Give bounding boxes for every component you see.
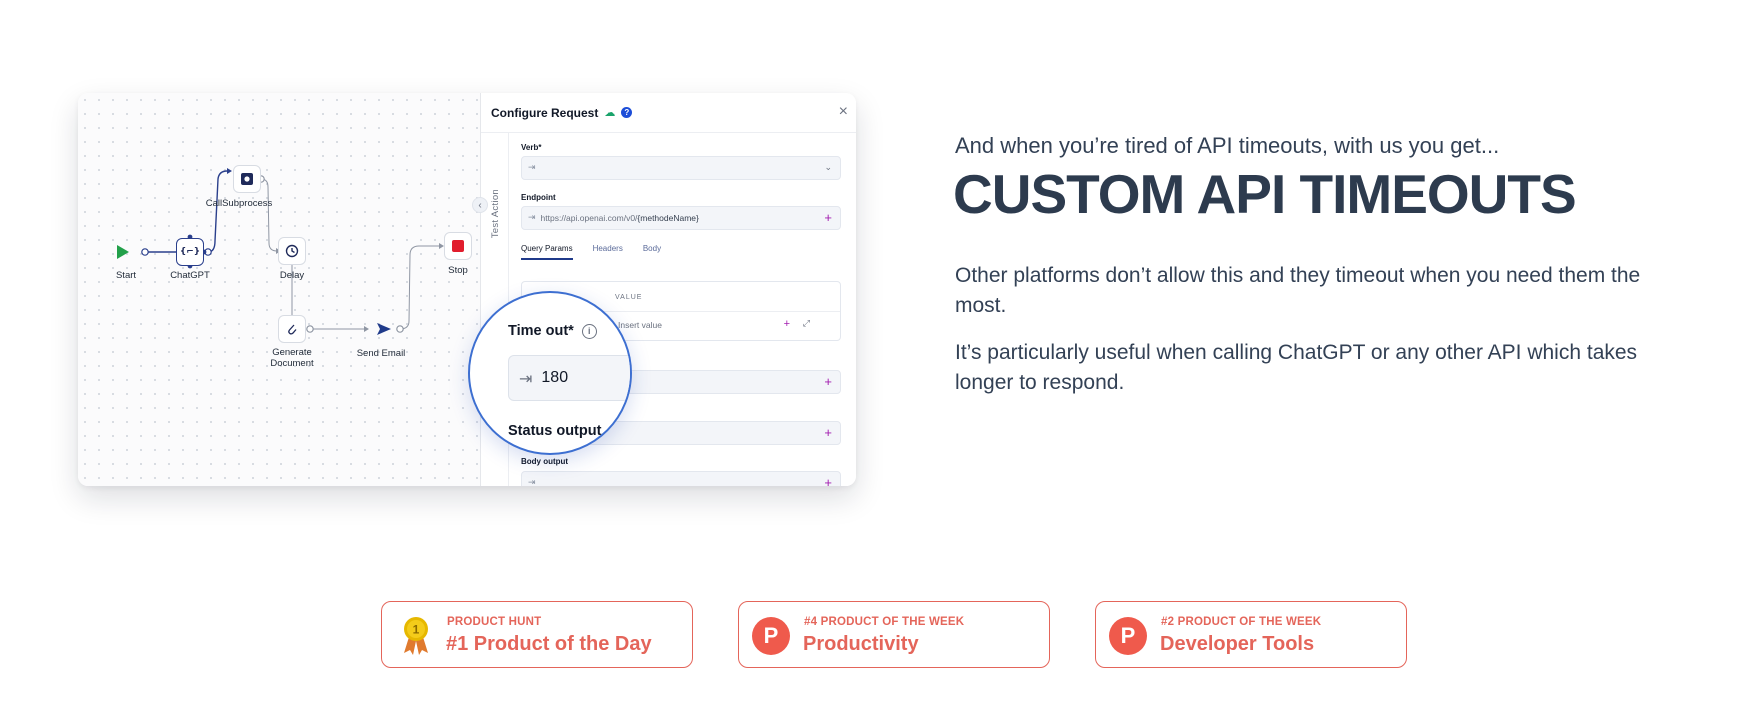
panel-header: Configure Request ☁ ? ×	[481, 93, 856, 133]
close-icon[interactable]: ×	[839, 103, 848, 121]
endpoint-value: https://api.openai.com/v0/{methodeName}	[540, 213, 699, 223]
workflow-canvas: Start {⌐} ChatGPT CallSubprocess Delay G…	[78, 93, 480, 486]
add-variable-button[interactable]: +	[824, 425, 832, 440]
send-email-node[interactable]	[370, 315, 398, 343]
badge-developer-tools[interactable]: P #2 PRODUCT OF THE WEEK Developer Tools	[1095, 601, 1407, 668]
code-braces-icon: {⌐}	[179, 247, 201, 257]
timeout-input[interactable]: ⇥ 180	[508, 355, 630, 401]
help-icon[interactable]: ?	[621, 107, 633, 118]
badge-title: Developer Tools	[1160, 633, 1315, 655]
callsubprocess-node[interactable]	[233, 165, 261, 193]
chevron-left-icon[interactable]: ‹	[472, 197, 488, 213]
chatgpt-node[interactable]: {⌐}	[176, 238, 204, 266]
hero-headline: CUSTOM API TIMEOUTS	[953, 163, 1577, 225]
stop-icon	[452, 240, 464, 252]
send-email-node-label: Send Email	[356, 348, 406, 359]
badge-productivity[interactable]: P #4 PRODUCT OF THE WEEK Productivity	[738, 601, 1050, 668]
add-variable-button[interactable]: +	[824, 210, 832, 225]
input-icon: ⇥	[528, 163, 536, 173]
workflow-connectors	[141, 168, 444, 333]
value-column-header: VALUE	[615, 294, 643, 301]
timeout-magnifier: Time out* i ⇥ 180 Status output	[468, 291, 632, 455]
delay-node[interactable]	[278, 237, 306, 265]
generate-document-node[interactable]	[278, 315, 306, 343]
start-node-label: Start	[115, 270, 137, 281]
product-screenshot: Start {⌐} ChatGPT CallSubprocess Delay G…	[78, 93, 856, 486]
clock-icon	[285, 244, 299, 258]
timeout-value: 180	[541, 369, 569, 386]
status-output-label: Status output	[508, 423, 602, 439]
badge-kicker: #4 PRODUCT OF THE WEEK	[804, 616, 965, 628]
play-icon	[117, 245, 129, 259]
callsubprocess-node-label: CallSubprocess	[205, 198, 273, 209]
hero-paragraph-2: It’s particularly useful when calling Ch…	[955, 341, 1638, 394]
chatgpt-node-label: ChatGPT	[170, 270, 210, 281]
cloud-check-icon: ☁	[604, 107, 616, 119]
add-variable-button[interactable]: +	[824, 374, 832, 389]
send-icon	[377, 323, 391, 335]
hero-intro: And when you’re tired of API timeouts, w…	[955, 133, 1500, 158]
input-icon: ⇥	[528, 213, 536, 223]
badge-product-of-the-day[interactable]: 1 PRODUCT HUNT #1 Product of the Day	[381, 601, 693, 668]
add-param-button[interactable]: +	[784, 318, 790, 330]
generate-document-node-label: Generate Document	[270, 347, 314, 369]
verb-select[interactable]: ⇥ ⌄	[521, 156, 841, 180]
endpoint-input[interactable]: ⇥ https://api.openai.com/v0/{methodeName…	[521, 206, 841, 230]
medal-number: 1	[413, 623, 420, 637]
panel-title: Configure Request	[491, 105, 599, 120]
chevron-down-icon: ⌄	[824, 162, 832, 172]
badge-kicker: PRODUCT HUNT	[447, 616, 542, 628]
gold-medal-icon: 1	[404, 617, 428, 655]
tab-headers[interactable]: Headers	[593, 244, 623, 260]
add-variable-button[interactable]: +	[824, 475, 832, 486]
product-hunt-logo-icon: P	[1109, 617, 1147, 655]
start-node[interactable]	[108, 238, 136, 266]
input-icon: ⇥	[528, 478, 536, 486]
hero-paragraph-1: Other platforms don’t allow this and the…	[955, 264, 1641, 317]
subprocess-icon	[241, 173, 253, 185]
stop-node[interactable]	[444, 232, 472, 260]
tab-query-params[interactable]: Query Params	[521, 244, 573, 260]
tab-body[interactable]: Body	[643, 244, 661, 260]
badge-title: Productivity	[803, 633, 919, 655]
body-output-label: Body output	[521, 457, 569, 466]
info-icon[interactable]: i	[581, 323, 597, 339]
test-action-tab[interactable]: Test Action	[490, 189, 501, 238]
input-icon: ⇥	[519, 368, 533, 388]
delay-node-label: Delay	[279, 270, 305, 281]
expand-icon[interactable]: ⤢	[803, 318, 810, 329]
paperclip-icon	[288, 324, 297, 335]
request-tabs: Query Params Headers Body	[521, 244, 661, 260]
insert-value-input[interactable]: Insert value	[618, 320, 662, 330]
body-output-input[interactable]: ⇥ +	[521, 471, 841, 486]
stop-node-label: Stop	[448, 265, 468, 276]
endpoint-label: Endpoint	[521, 193, 556, 202]
badge-kicker: #2 PRODUCT OF THE WEEK	[1161, 616, 1322, 628]
product-hunt-logo-icon: P	[752, 617, 790, 655]
badge-title: #1 Product of the Day	[446, 633, 652, 655]
verb-label: Verb*	[521, 143, 542, 152]
timeout-label: Time out* i	[508, 323, 597, 339]
